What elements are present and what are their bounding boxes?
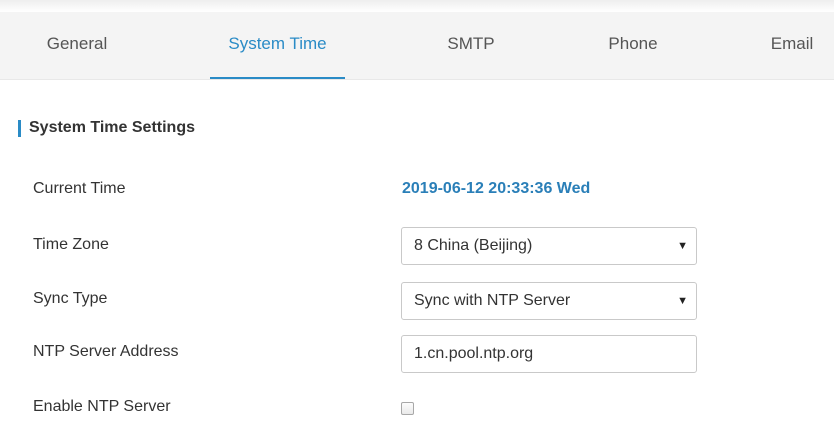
time-zone-select[interactable]: 8 China (Beijing) ▼ xyxy=(401,227,697,265)
current-time-value: 2019-06-12 20:33:36 Wed xyxy=(402,180,591,197)
caret-down-icon: ▼ xyxy=(677,295,688,307)
enable-ntp-server-checkbox[interactable] xyxy=(401,402,414,415)
time-zone-selected-value: 8 China (Beijing) xyxy=(414,237,533,254)
sync-type-selected-value: Sync with NTP Server xyxy=(414,292,571,309)
time-zone-label: Time Zone xyxy=(33,236,109,253)
system-settings-page: General System Time SMTP Phone Email Sys… xyxy=(0,0,834,437)
section-title-text: System Time Settings xyxy=(29,119,195,136)
tab-smtp[interactable]: SMTP xyxy=(438,12,504,79)
section-title: System Time Settings xyxy=(18,118,195,138)
caret-down-icon: ▼ xyxy=(677,240,688,252)
tab-email[interactable]: Email xyxy=(762,12,822,79)
ntp-server-address-label: NTP Server Address xyxy=(33,343,179,360)
tab-general[interactable]: General xyxy=(37,12,117,79)
current-time-label: Current Time xyxy=(33,180,126,197)
tab-phone[interactable]: Phone xyxy=(598,12,668,79)
top-shadow xyxy=(0,0,834,12)
enable-ntp-server-label: Enable NTP Server xyxy=(33,398,171,415)
sync-type-label: Sync Type xyxy=(33,290,108,307)
sync-type-select[interactable]: Sync with NTP Server ▼ xyxy=(401,282,697,320)
ntp-server-address-input[interactable]: 1.cn.pool.ntp.org xyxy=(401,335,697,373)
tab-system-time[interactable]: System Time xyxy=(210,12,345,79)
tab-bar: General System Time SMTP Phone Email xyxy=(0,12,834,80)
section-accent-bar xyxy=(18,120,21,137)
